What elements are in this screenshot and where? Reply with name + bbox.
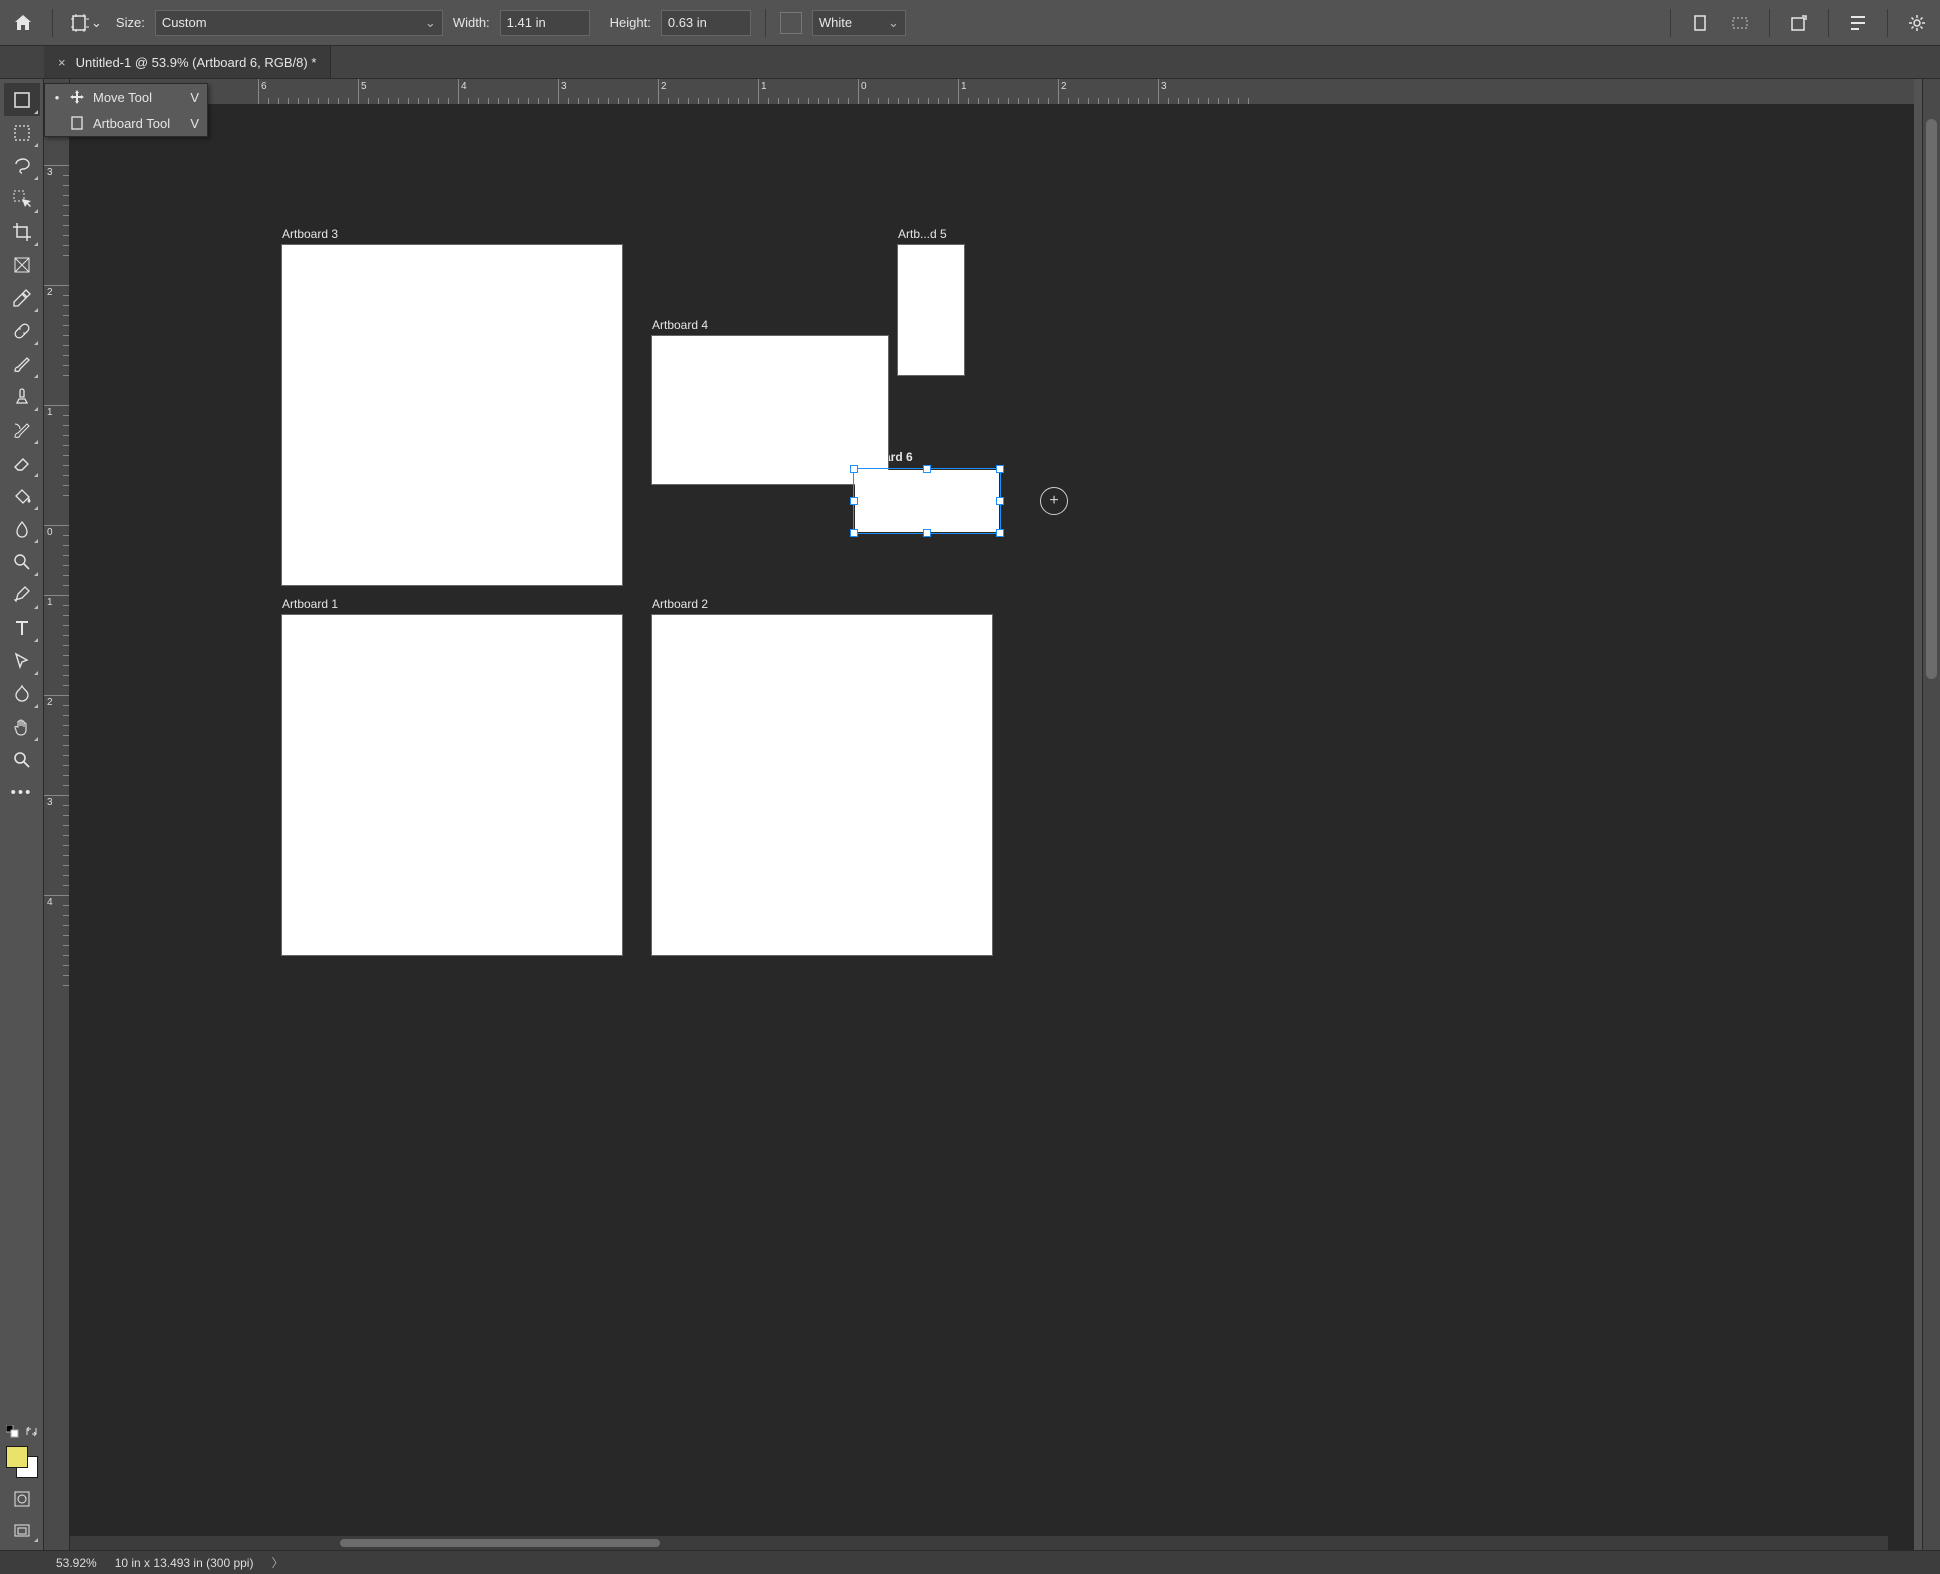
home-icon[interactable]: [8, 8, 38, 38]
selected-dot-icon: ●: [53, 93, 61, 102]
artboard-3[interactable]: [282, 245, 622, 585]
type-tool[interactable]: [4, 611, 40, 644]
bucket-tool[interactable]: [4, 479, 40, 512]
resize-handle-nw[interactable]: [850, 465, 858, 473]
settings-gear-icon[interactable]: [1902, 8, 1932, 38]
options-bar: ⌄ Size: Custom ⌄ Width: 1.41 in Height: …: [0, 0, 1940, 46]
artboard-1[interactable]: [282, 615, 622, 955]
ruler-vertical[interactable]: 32101234: [44, 105, 70, 1550]
stamp-tool[interactable]: [4, 380, 40, 413]
color-swatches[interactable]: [4, 1444, 40, 1480]
resize-handle-se[interactable]: [996, 529, 1004, 537]
artboard-preset-icon[interactable]: ⌄: [67, 8, 106, 38]
move-icon: [69, 89, 85, 105]
brush-tool[interactable]: [4, 347, 40, 380]
new-artboard-icon[interactable]: [1784, 8, 1814, 38]
vertical-scrollbar[interactable]: [1922, 79, 1940, 1550]
lasso-tool[interactable]: [4, 149, 40, 182]
artboard-label[interactable]: Artboard 2: [652, 597, 708, 611]
eraser-tool[interactable]: [4, 446, 40, 479]
chevron-down-icon: ⌄: [425, 15, 436, 31]
zoom-tool[interactable]: [4, 743, 40, 776]
flyout-item-label: Artboard Tool: [93, 116, 170, 131]
add-artboard-button[interactable]: +: [1040, 487, 1068, 515]
history-brush-tool[interactable]: [4, 413, 40, 446]
swap-colors-icon[interactable]: [25, 1425, 38, 1438]
healing-tool[interactable]: [4, 314, 40, 347]
resize-handle-s[interactable]: [923, 529, 931, 537]
status-doc-info[interactable]: 10 in x 13.493 in (300 ppi): [115, 1556, 254, 1570]
horizontal-scrollbar[interactable]: [70, 1536, 1888, 1550]
move-artboard-tool[interactable]: [4, 83, 40, 116]
artboard-label[interactable]: Artboard 3: [282, 227, 338, 241]
eyedropper-tool[interactable]: [4, 281, 40, 314]
tools-panel: •••: [0, 79, 44, 1550]
hand-tool[interactable]: [4, 710, 40, 743]
document-tab-title: Untitled-1 @ 53.9% (Artboard 6, RGB/8) *: [76, 55, 317, 70]
crop-tool[interactable]: [4, 215, 40, 248]
ruler-horizontal[interactable]: 6543210123: [70, 79, 1914, 105]
artboard-label[interactable]: Artboard 4: [652, 318, 708, 332]
align-icon[interactable]: [1843, 8, 1873, 38]
resize-handle-sw[interactable]: [850, 529, 858, 537]
size-label: Size:: [116, 15, 145, 30]
artboard-icon: [69, 115, 85, 131]
status-zoom[interactable]: 53.92%: [56, 1556, 97, 1570]
width-input[interactable]: 1.41 in: [500, 10, 590, 36]
edit-toolbar-button[interactable]: •••: [4, 776, 40, 809]
chevron-down-icon: ⌄: [91, 15, 102, 31]
chevron-down-icon: ⌄: [888, 15, 899, 31]
quick-select-tool[interactable]: [4, 182, 40, 215]
flyout-item-shortcut: V: [190, 90, 199, 105]
height-input[interactable]: 0.63 in: [661, 10, 751, 36]
tool-flyout-menu: ● Move Tool V ● Artboard Tool V: [44, 83, 208, 137]
artboard-fill-swatch[interactable]: [780, 12, 802, 34]
screen-mode-icon[interactable]: [4, 1518, 40, 1544]
width-label: Width:: [453, 15, 490, 30]
artboard-label[interactable]: Artb...d 5: [898, 227, 947, 241]
shape-tool[interactable]: [4, 677, 40, 710]
flyout-item-artboard-tool[interactable]: ● Artboard Tool V: [45, 110, 207, 136]
flyout-item-shortcut: V: [190, 116, 199, 131]
size-select[interactable]: Custom ⌄: [155, 10, 443, 36]
artboard-6-selected[interactable]: [853, 468, 1001, 534]
artboard-fill-select[interactable]: White ⌄: [812, 10, 906, 36]
artboard-label[interactable]: Artboard 1: [282, 597, 338, 611]
status-bar: 53.92% 10 in x 13.493 in (300 ppi) 〉: [0, 1550, 1940, 1574]
orientation-portrait-icon[interactable]: [1685, 8, 1715, 38]
dodge-tool[interactable]: [4, 545, 40, 578]
resize-handle-w[interactable]: [850, 497, 858, 505]
scrollbar-thumb[interactable]: [1926, 119, 1937, 679]
default-colors-icon[interactable]: [6, 1425, 19, 1438]
foreground-color-swatch[interactable]: [6, 1446, 28, 1468]
flyout-item-move-tool[interactable]: ● Move Tool V: [45, 84, 207, 110]
document-tab[interactable]: × Untitled-1 @ 53.9% (Artboard 6, RGB/8)…: [44, 46, 331, 78]
quick-mask-icon[interactable]: [4, 1486, 40, 1512]
frame-tool[interactable]: [4, 248, 40, 281]
document-tab-strip: × Untitled-1 @ 53.9% (Artboard 6, RGB/8)…: [0, 46, 1940, 79]
chevron-right-icon[interactable]: 〉: [271, 1554, 283, 1571]
size-value: Custom: [162, 15, 207, 30]
artboard-5[interactable]: [898, 245, 964, 375]
resize-handle-n[interactable]: [923, 465, 931, 473]
resize-handle-e[interactable]: [996, 497, 1004, 505]
blur-tool[interactable]: [4, 512, 40, 545]
height-label: Height:: [610, 15, 651, 30]
marquee-tool[interactable]: [4, 116, 40, 149]
orientation-landscape-icon[interactable]: [1725, 8, 1755, 38]
artboard-4[interactable]: [652, 336, 888, 484]
resize-handle-ne[interactable]: [996, 465, 1004, 473]
scrollbar-thumb[interactable]: [340, 1539, 660, 1547]
pen-tool[interactable]: [4, 578, 40, 611]
flyout-item-label: Move Tool: [93, 90, 152, 105]
canvas-viewport[interactable]: Artboard 3 Artboard 4 Artb...d 5 Artboar…: [70, 105, 1914, 1550]
path-select-tool[interactable]: [4, 644, 40, 677]
close-tab-icon[interactable]: ×: [58, 55, 66, 70]
workspace: ••• ● Move Tool V: [0, 79, 1940, 1550]
artboard-2[interactable]: [652, 615, 992, 955]
